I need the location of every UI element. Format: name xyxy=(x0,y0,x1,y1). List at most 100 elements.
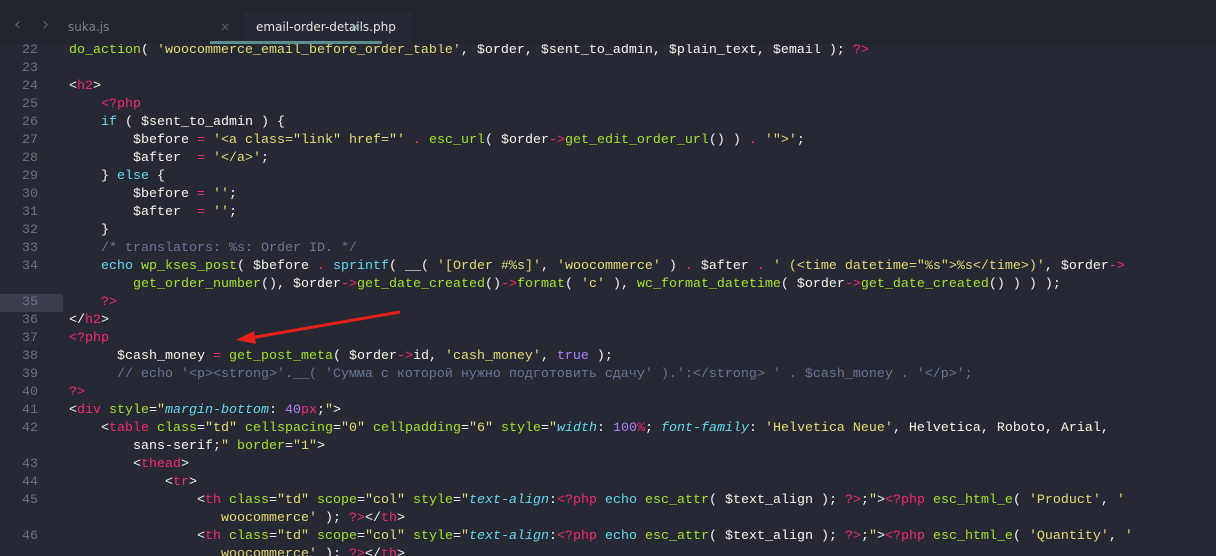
code-token: , xyxy=(540,259,557,274)
code-token: "1" xyxy=(292,439,317,454)
code-token: ); xyxy=(588,349,613,364)
code-token: = xyxy=(212,349,221,364)
code-text: get_order_number(), $order->get_date_cre… xyxy=(69,276,1061,294)
code-token: table xyxy=(109,421,149,436)
code-line[interactable]: woocommerce' ); ?></th> xyxy=(0,510,1216,528)
code-token: '</a>' xyxy=(212,151,261,166)
code-token: ( __( xyxy=(388,259,437,274)
line-number: 26 xyxy=(22,115,38,130)
code-token: = xyxy=(460,421,469,436)
code-line[interactable]: 22 do_action( 'woocommerce_email_before_o… xyxy=(0,44,1216,60)
code-token: h2 xyxy=(77,79,93,94)
code-token: get_date_created xyxy=(356,277,485,292)
back-arrow-icon[interactable]: ‹ xyxy=(14,14,21,35)
code-token: -> xyxy=(396,349,413,364)
line-number: 34 xyxy=(22,259,38,274)
code-line[interactable]: 42 <table class="td" cellspacing="0" cel… xyxy=(0,420,1216,438)
code-token: esc_html_e xyxy=(932,493,1013,508)
code-token: ; xyxy=(260,151,269,166)
code-token: th xyxy=(204,493,221,508)
code-text: } xyxy=(69,222,109,240)
code-line[interactable]: 41 <div style="margin-bottom: 40px;"> xyxy=(0,402,1216,420)
close-icon[interactable]: × xyxy=(220,12,230,42)
tab-email-order-details-php[interactable]: email-order-details.php × xyxy=(210,12,412,44)
code-line[interactable]: 36 </h2> xyxy=(0,312,1216,330)
code-token: : xyxy=(548,493,557,508)
code-token: ?> xyxy=(852,44,869,58)
code-token: > xyxy=(180,457,189,472)
code-token: ); xyxy=(316,547,349,556)
code-token: $after xyxy=(69,205,197,220)
forward-arrow-icon[interactable]: › xyxy=(42,14,49,35)
code-line[interactable]: 26 if ( $sent_to_admin ) { xyxy=(0,114,1216,132)
code-token: ?> xyxy=(348,547,365,556)
code-line[interactable]: 25 <?php xyxy=(0,96,1216,114)
code-line[interactable]: sans-serif;" border="1"> xyxy=(0,438,1216,456)
code-token: h2 xyxy=(85,313,101,328)
code-line[interactable]: 24 <h2> xyxy=(0,78,1216,96)
code-line[interactable]: 44 <tr> xyxy=(0,474,1216,492)
code-line[interactable]: 43 <thead> xyxy=(0,456,1216,474)
code-token: } xyxy=(69,169,117,184)
code-token: text-align xyxy=(468,493,549,508)
code-token: ( $sent_to_admin ) { xyxy=(117,115,285,130)
code-token: -> xyxy=(340,277,357,292)
close-icon[interactable]: × xyxy=(350,12,360,42)
code-token: get_edit_order_url xyxy=(564,133,709,148)
code-line[interactable]: 34 echo wp_kses_post( $before . sprintf(… xyxy=(0,258,1216,276)
tab-suka-js[interactable]: suka.js × xyxy=(60,12,248,44)
code-token: > xyxy=(876,493,885,508)
code-line[interactable]: get_order_number(), $order->get_date_cre… xyxy=(0,276,1216,294)
code-token: esc_url xyxy=(428,133,485,148)
code-token: div xyxy=(77,403,101,418)
code-token: ; xyxy=(644,421,661,436)
code-token: . xyxy=(748,133,757,148)
line-number: 27 xyxy=(22,133,38,148)
code-token: text-align xyxy=(468,529,549,544)
code-line[interactable]: 45 <th class="td" scope="col" style="tex… xyxy=(0,492,1216,510)
code-line[interactable]: 27 $before = '<a class="link" href="' . … xyxy=(0,132,1216,150)
code-line[interactable]: 35 ?> xyxy=(0,294,1216,312)
code-token: ; xyxy=(796,133,805,148)
code-token: : xyxy=(596,421,613,436)
code-token: , Helvetica, Roboto, Arial, xyxy=(892,421,1109,436)
code-token: ?> xyxy=(69,385,85,400)
code-line[interactable]: 38 $cash_money = get_post_meta( $order->… xyxy=(0,348,1216,366)
code-token: -> xyxy=(500,277,517,292)
code-line[interactable]: 32 } xyxy=(0,222,1216,240)
code-line[interactable]: 39 // echo '<p><strong>'.__( 'Сумма с ко… xyxy=(0,366,1216,384)
code-token: 'woocommerce_email_before_order_table' xyxy=(156,44,461,58)
code-token: : xyxy=(748,421,765,436)
code-token: sans-serif; xyxy=(69,439,221,454)
code-line[interactable]: 28 $after = '</a>'; xyxy=(0,150,1216,168)
code-line[interactable]: 33 /* translators: %s: Order ID. */ xyxy=(0,240,1216,258)
line-number: 44 xyxy=(22,475,38,490)
code-token: "td" xyxy=(205,421,237,436)
code-text: $before = ''; xyxy=(69,186,237,204)
code-token: < xyxy=(69,457,141,472)
code-line[interactable]: 31 $after = ''; xyxy=(0,204,1216,222)
code-line[interactable]: 29 } else { xyxy=(0,168,1216,186)
code-line[interactable]: 30 $before = ''; xyxy=(0,186,1216,204)
code-line[interactable]: 23 xyxy=(0,60,1216,78)
code-token: do_action xyxy=(69,44,141,58)
code-text: /* translators: %s: Order ID. */ xyxy=(69,240,357,258)
code-line[interactable]: 37 <?php xyxy=(0,330,1216,348)
code-line[interactable]: 46 <th class="td" scope="col" style="tex… xyxy=(0,528,1216,546)
code-editor[interactable]: 22 do_action( 'woocommerce_email_before_o… xyxy=(0,44,1216,556)
code-token: = xyxy=(196,187,205,202)
code-token: </ xyxy=(364,511,381,526)
code-line[interactable]: 40 ?> xyxy=(0,384,1216,402)
code-token: = xyxy=(332,421,341,436)
code-line[interactable]: woocommerce' ); ?></th> xyxy=(0,546,1216,556)
code-text: </h2> xyxy=(69,312,109,330)
code-text: if ( $sent_to_admin ) { xyxy=(69,114,285,132)
